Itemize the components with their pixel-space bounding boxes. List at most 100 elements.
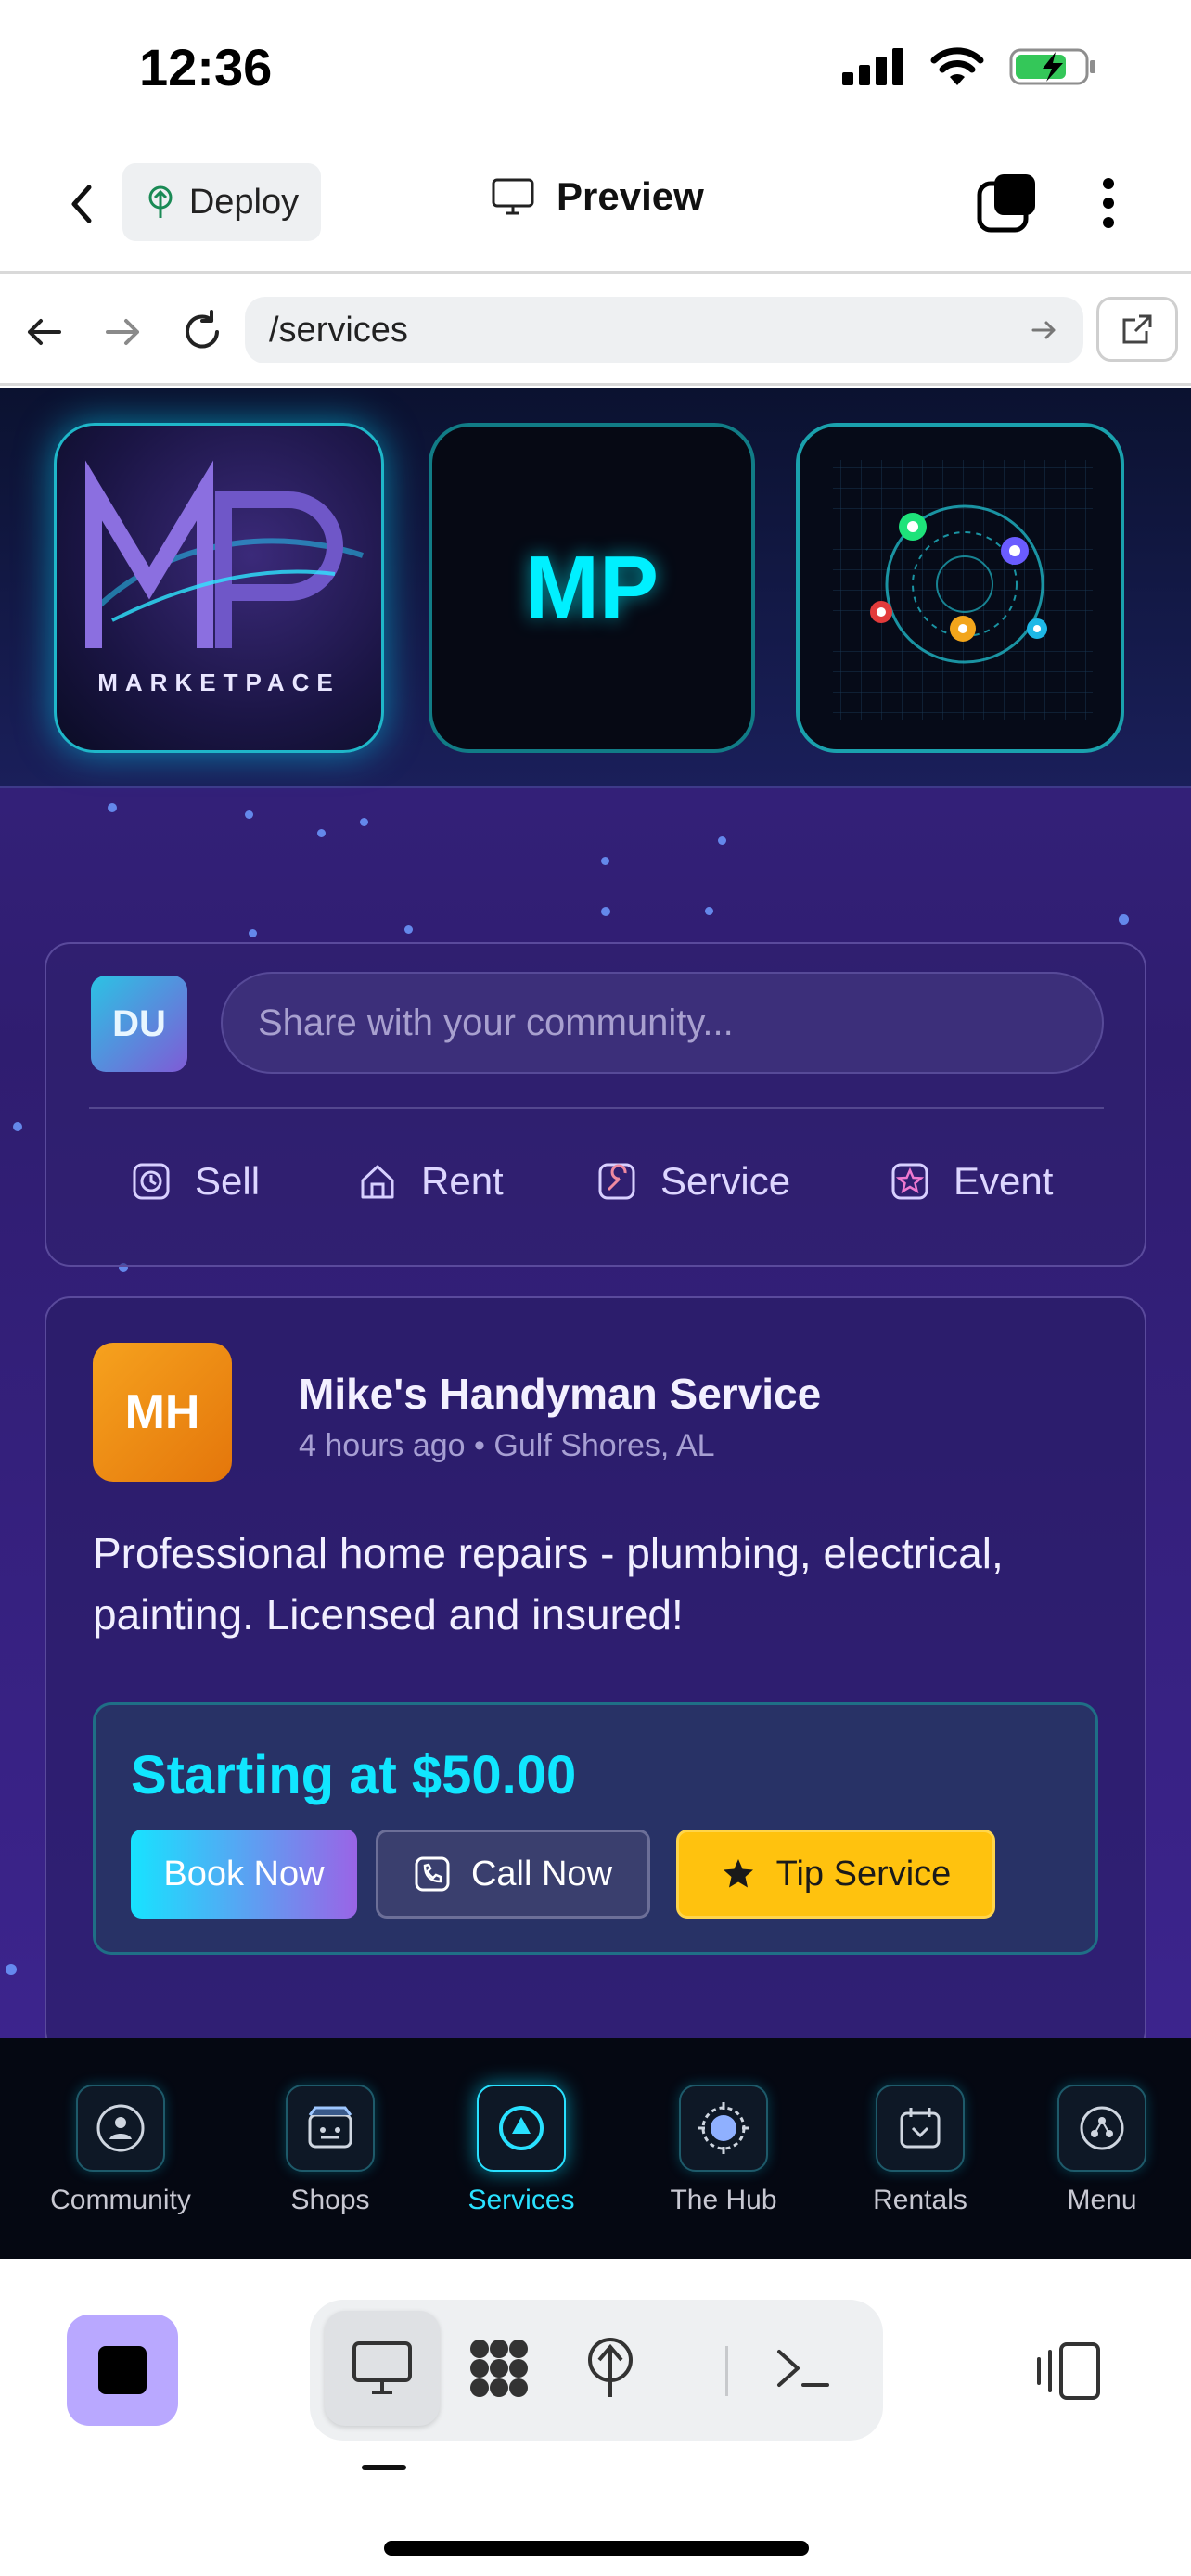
browser-forward-button[interactable] <box>96 306 148 358</box>
rent-label: Rent <box>421 1159 504 1203</box>
book-now-button[interactable]: Book Now <box>131 1830 357 1919</box>
call-now-button[interactable]: Call Now <box>376 1830 650 1919</box>
url-text: /services <box>269 310 408 350</box>
radar-map-tile[interactable] <box>796 423 1124 753</box>
meta-separator: • <box>474 1428 494 1463</box>
marketpace-logo-tile[interactable]: MARKETPACE <box>54 423 384 753</box>
status-icons <box>842 46 1098 87</box>
signal-icon <box>842 48 903 85</box>
particle <box>601 907 610 916</box>
reload-button[interactable] <box>176 306 228 358</box>
nav-shops[interactable]: Shops <box>237 2085 423 2216</box>
puzzle-grid-icon <box>470 2340 528 2397</box>
phone-icon <box>415 1856 450 1892</box>
nav-community[interactable]: Community <box>28 2085 213 2216</box>
active-view-indicator <box>362 2465 406 2470</box>
more-vertical-icon <box>1103 178 1114 228</box>
particle <box>718 836 726 845</box>
price-label: Starting at $50.00 <box>131 1745 577 1805</box>
book-now-label: Book Now <box>163 1854 325 1894</box>
nav-shops-label: Shops <box>290 2185 370 2215</box>
particle <box>317 829 326 837</box>
shop-icon <box>308 2106 352 2149</box>
stop-button[interactable] <box>67 2315 178 2426</box>
divider <box>89 1107 1104 1109</box>
rentals-icon <box>900 2108 941 2149</box>
stop-icon <box>98 2346 147 2394</box>
app-bottom-nav: Community Shops Services The Hub Rentals… <box>0 2038 1191 2259</box>
logo-strip: MARKETPACE MP <box>0 388 1191 788</box>
particle <box>13 1122 22 1131</box>
provider-name[interactable]: Mike's Handyman Service <box>299 1369 821 1419</box>
post-location: Gulf Shores, AL <box>493 1428 715 1463</box>
console-view-button[interactable] <box>746 2311 861 2426</box>
nav-rentals[interactable]: Rentals <box>827 2085 1013 2216</box>
deploy-view-button[interactable] <box>553 2311 668 2426</box>
monitor-icon <box>352 2341 412 2394</box>
star-icon <box>891 1163 928 1200</box>
tabs-button[interactable] <box>976 172 1037 234</box>
house-icon <box>361 1165 394 1199</box>
provider-avatar[interactable]: MH <box>93 1343 232 1482</box>
nav-rentals-label: Rentals <box>873 2185 967 2215</box>
menu-icon <box>1080 2106 1124 2150</box>
particle <box>1119 914 1129 925</box>
deploy-icon <box>148 185 173 218</box>
community-icon <box>96 2104 145 2152</box>
divider <box>725 2346 728 2396</box>
tip-service-button[interactable]: Tip Service <box>676 1830 995 1919</box>
nav-services[interactable]: Services <box>429 2085 614 2216</box>
nav-the-hub[interactable]: The Hub <box>631 2085 816 2216</box>
nav-the-hub-label: The Hub <box>670 2185 777 2215</box>
tabs-icon <box>977 174 1035 233</box>
web-view: MARKETPACE MP DU Share with your communi… <box>0 388 1191 2038</box>
wrench-icon <box>598 1163 635 1200</box>
share-input[interactable]: Share with your community... <box>221 972 1104 1074</box>
back-button[interactable] <box>56 176 111 232</box>
arrow-right-icon <box>106 319 139 345</box>
particle <box>404 925 413 934</box>
particle <box>705 907 713 915</box>
event-action-button[interactable]: Event <box>890 1159 1053 1204</box>
open-external-button[interactable] <box>1096 297 1178 362</box>
radar-map-icon <box>833 460 1093 720</box>
device-toggle-button[interactable] <box>1030 2339 1104 2404</box>
mp-text-logo-tile[interactable]: MP <box>429 423 755 753</box>
preview-view-button[interactable] <box>325 2311 440 2426</box>
preview-tab[interactable]: Preview <box>492 174 704 219</box>
event-label: Event <box>954 1159 1054 1203</box>
price-box: Starting at $50.00 Book Now Call Now Tip… <box>93 1702 1098 1955</box>
particle <box>249 929 257 937</box>
browser-back-button[interactable] <box>19 306 70 358</box>
rent-action-button[interactable]: Rent <box>358 1159 504 1204</box>
post-composer: DU Share with your community... Sell Ren… <box>45 942 1146 1267</box>
apps-view-button[interactable] <box>442 2311 557 2426</box>
more-options-button[interactable] <box>1085 172 1132 234</box>
deploy-button[interactable]: Deploy <box>122 163 321 241</box>
particle <box>108 803 117 812</box>
external-link-icon <box>1122 314 1152 344</box>
deploy-icon <box>588 2338 633 2397</box>
wifi-icon <box>930 47 984 85</box>
url-input[interactable]: /services <box>245 297 1083 363</box>
user-avatar[interactable]: DU <box>91 976 187 1072</box>
sell-action-button[interactable]: Sell <box>132 1159 260 1204</box>
service-action-button[interactable]: Service <box>597 1159 790 1204</box>
nav-menu[interactable]: Menu <box>1009 2085 1191 2216</box>
tip-service-label: Tip Service <box>775 1854 952 1894</box>
particle <box>360 818 368 826</box>
particle <box>245 810 253 819</box>
mp-text: MP <box>525 538 659 637</box>
nav-menu-label: Menu <box>1067 2185 1137 2215</box>
service-post-card: MH Mike's Handyman Service 4 hours ago •… <box>45 1296 1146 2038</box>
view-switcher <box>310 2300 883 2441</box>
marketpace-wordmark: MARKETPACE <box>97 669 340 696</box>
reload-icon <box>186 310 219 349</box>
sell-label: Sell <box>195 1159 261 1203</box>
hub-icon <box>698 2102 749 2154</box>
clock-icon <box>133 1163 170 1200</box>
go-arrow-icon[interactable] <box>1028 314 1059 346</box>
post-body: Professional home repairs - plumbing, el… <box>93 1529 1004 1639</box>
call-now-label: Call Now <box>470 1854 613 1894</box>
device-icon <box>1037 2342 1100 2400</box>
